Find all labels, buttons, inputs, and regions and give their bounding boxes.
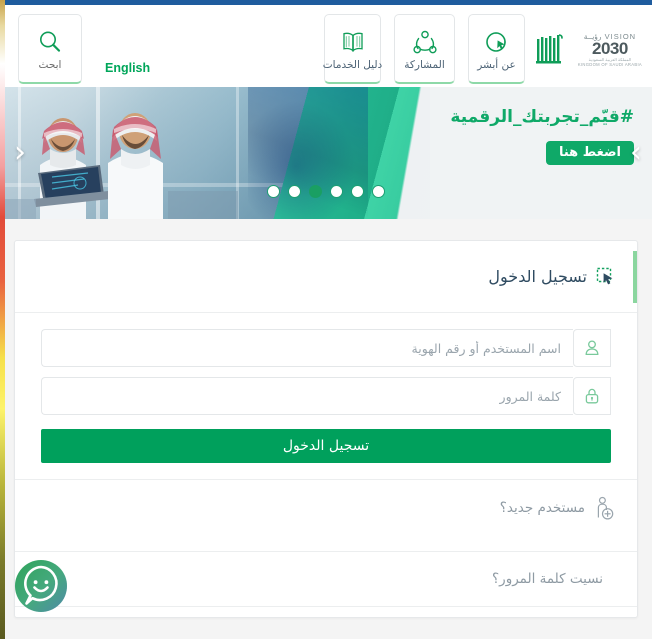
brand-logos: VISION رؤيــة 2030 المملكة العربية السعو… <box>535 27 642 73</box>
username-field-row <box>41 329 611 367</box>
select-cursor-icon <box>595 266 617 288</box>
cursor-circle-icon <box>483 27 511 57</box>
carousel-dot-3[interactable] <box>330 185 343 198</box>
login-card-title: تسجيل الدخول <box>488 267 587 286</box>
user-icon <box>573 329 611 367</box>
book-icon <box>340 27 366 57</box>
hero-carousel[interactable]: #قيّم_تجربتك_الرقمية اضغط هنا ‹ › <box>0 87 652 219</box>
chat-smiley-icon <box>14 560 67 612</box>
new-user-link[interactable]: مستخدم جديد؟ <box>15 479 637 535</box>
carousel-dot-5[interactable] <box>288 185 301 198</box>
nav-tile-about-absher[interactable]: عن أبشر <box>468 14 525 84</box>
chat-widget-button[interactable] <box>12 557 70 615</box>
carousel-dot-1[interactable] <box>372 185 385 198</box>
vision-2030-logo: VISION رؤيــة 2030 المملكة العربية السعو… <box>577 32 642 68</box>
login-card-footer <box>15 607 637 617</box>
search-button-label: ابحث <box>38 58 62 71</box>
language-switch-link[interactable]: English <box>105 61 150 75</box>
password-field-row <box>41 377 611 415</box>
login-card-accent-bar <box>633 251 637 303</box>
carousel-prev-arrow[interactable]: ‹ <box>14 138 26 168</box>
hero-headline: #قيّم_تجربتك_الرقمية <box>450 107 634 127</box>
nav-tile-service-guide[interactable]: دليل الخدمات <box>322 14 383 84</box>
password-input[interactable] <box>41 377 573 415</box>
forgot-password-label: نسيت كلمة المرور؟ <box>492 571 603 587</box>
carousel-dot-4[interactable] <box>309 185 322 198</box>
page-root: ابحث English دليل الخدمات المشاركة عن أب… <box>0 0 652 639</box>
share-network-icon <box>411 27 439 57</box>
search-icon <box>37 27 63 57</box>
hero-text-block: #قيّم_تجربتك_الرقمية اضغط هنا <box>450 107 634 165</box>
hero-cta-button[interactable]: اضغط هنا <box>545 141 634 165</box>
nav-tile-about-absher-label: عن أبشر <box>477 58 516 71</box>
carousel-dot-2[interactable] <box>351 185 364 198</box>
vision-subtitle-en: KINGDOM OF SAUDI ARABIA <box>577 62 642 68</box>
new-user-label: مستخدم جديد؟ <box>499 499 585 516</box>
carousel-dot-6[interactable] <box>267 185 280 198</box>
add-user-icon <box>593 496 615 520</box>
carousel-dots <box>0 185 652 198</box>
login-card: تسجيل الدخول تسجيل الدخو <box>14 240 638 618</box>
search-button[interactable]: ابحث <box>18 14 82 84</box>
nav-tile-service-guide-label: دليل الخدمات <box>322 58 383 71</box>
username-input[interactable] <box>41 329 573 367</box>
top-accent-bar <box>0 0 652 5</box>
login-submit-button[interactable]: تسجيل الدخول <box>41 429 611 463</box>
forgot-password-link[interactable]: نسيت كلمة المرور؟ <box>15 551 637 607</box>
left-edge-gradient-strip <box>0 0 5 639</box>
nav-tile-participation[interactable]: المشاركة <box>394 14 455 84</box>
absher-logo <box>534 33 564 67</box>
carousel-next-arrow[interactable]: › <box>630 138 642 168</box>
site-header: ابحث English دليل الخدمات المشاركة عن أب… <box>0 5 652 87</box>
nav-tile-participation-label: المشاركة <box>404 58 445 71</box>
lock-icon <box>573 377 611 415</box>
vision-year: 2030 <box>592 39 628 59</box>
login-card-header: تسجيل الدخول <box>15 241 637 313</box>
